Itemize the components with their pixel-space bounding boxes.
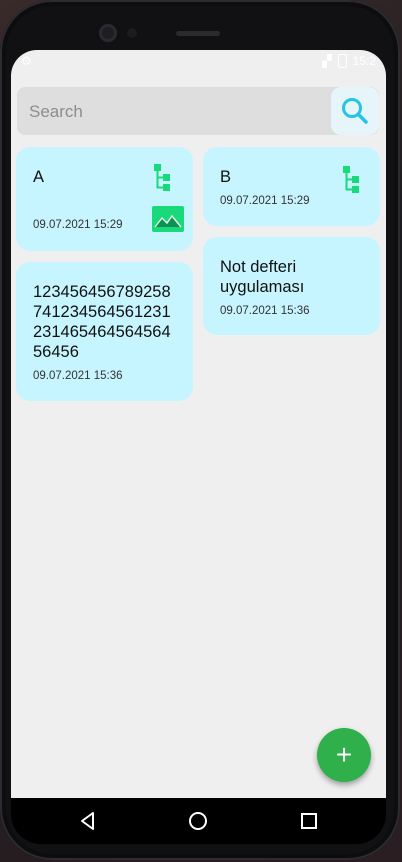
status-icons: ▞ 15:2 bbox=[322, 54, 376, 68]
note-date: 09.07.2021 15:29 bbox=[220, 195, 310, 207]
add-note-button[interactable]: + bbox=[317, 728, 371, 782]
status-bar: ⚙ ▞ 15:2 bbox=[11, 50, 386, 74]
earpiece-speaker bbox=[176, 31, 220, 36]
search-icon bbox=[342, 98, 368, 124]
note-title: Not defteri uygulaması bbox=[220, 258, 305, 296]
battery-icon bbox=[337, 54, 347, 68]
note-date: 09.07.2021 15:36 bbox=[33, 370, 123, 382]
note-title: A bbox=[33, 168, 45, 186]
status-time: 15:2 bbox=[352, 54, 376, 68]
home-button[interactable] bbox=[185, 808, 211, 834]
note-card-b[interactable]: B 09.07.2021 15:29 bbox=[203, 147, 380, 226]
app-screen: ⚙ ▞ 15:2 A bbox=[11, 50, 386, 798]
image-icon bbox=[152, 206, 184, 232]
recents-button[interactable] bbox=[296, 808, 322, 834]
notification-icon: ⚙ bbox=[21, 54, 32, 68]
search-input[interactable] bbox=[27, 87, 331, 137]
front-camera bbox=[99, 24, 117, 42]
back-button[interactable] bbox=[75, 808, 101, 834]
search-button[interactable] bbox=[331, 87, 379, 135]
note-card-number[interactable]: 123456456789258 741234564561231 23146546… bbox=[16, 262, 193, 401]
signal-icon: ▞ bbox=[322, 54, 332, 68]
note-title: B bbox=[220, 168, 232, 186]
back-icon bbox=[81, 812, 94, 830]
tree-icon bbox=[154, 164, 170, 191]
note-card-a[interactable]: A 09.07.2021 15:29 bbox=[16, 147, 193, 251]
plus-icon: + bbox=[335, 739, 353, 770]
tree-icon bbox=[343, 166, 359, 193]
search-bar bbox=[17, 87, 379, 137]
recents-icon bbox=[301, 813, 317, 829]
note-date: 09.07.2021 15:36 bbox=[220, 305, 310, 317]
proximity-sensor bbox=[127, 28, 137, 38]
navigation-bar bbox=[11, 798, 386, 844]
note-card-not-defteri[interactable]: Not defteri uygulaması 09.07.2021 15:36 bbox=[203, 237, 380, 335]
phone-frame: ⚙ ▞ 15:2 A bbox=[0, 0, 400, 860]
note-date: 09.07.2021 15:29 bbox=[33, 219, 123, 231]
note-title: 123456456789258 741234564561231 23146546… bbox=[33, 283, 171, 361]
home-icon bbox=[189, 812, 207, 830]
